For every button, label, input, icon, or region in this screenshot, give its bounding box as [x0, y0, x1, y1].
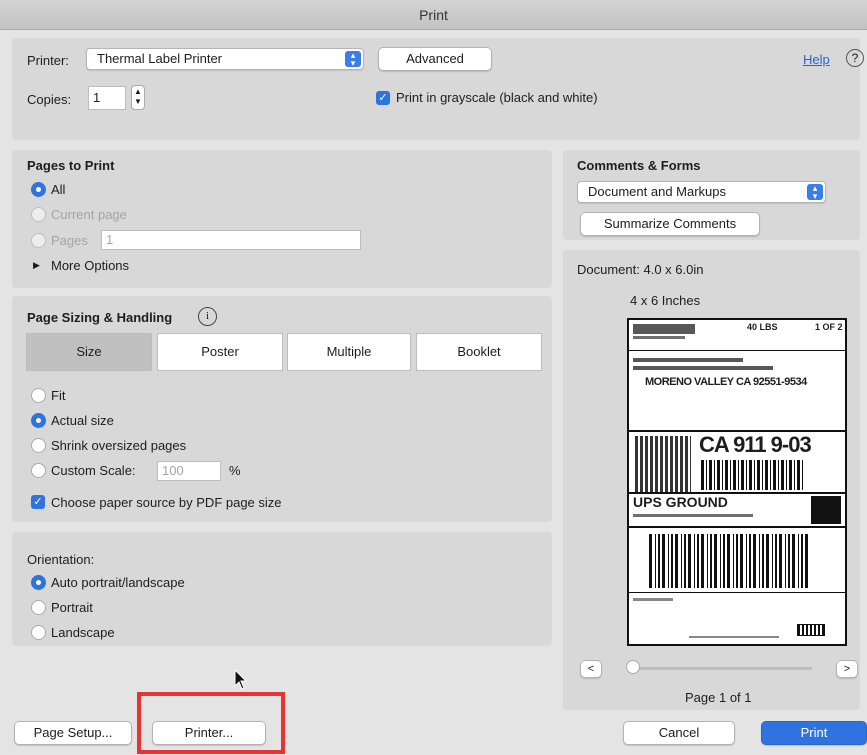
next-page-button[interactable]: > — [836, 660, 858, 678]
actual-size-radio[interactable] — [31, 413, 46, 428]
comments-select-value: Document and Markups — [588, 184, 727, 199]
disclosure-triangle-icon[interactable]: ▶ — [33, 260, 40, 271]
portrait-label: Portrait — [51, 600, 93, 615]
pages-range-label: Pages — [51, 233, 88, 248]
mouse-pointer-icon — [234, 669, 248, 690]
paper-source-label: Choose paper source by PDF page size — [51, 495, 282, 510]
pages-range-radio[interactable] — [31, 233, 46, 248]
label-header-divider — [629, 350, 845, 351]
printer-select[interactable]: Thermal Label Printer ▴ ▾ — [86, 48, 364, 70]
pages-all-radio[interactable] — [31, 182, 46, 197]
page-setup-button[interactable]: Page Setup... — [14, 721, 132, 745]
percent-label: % — [229, 463, 241, 478]
more-options-toggle[interactable]: More Options — [51, 258, 129, 273]
label-service-divider — [629, 526, 845, 528]
copies-label: Copies: — [27, 92, 72, 107]
sizing-panel — [12, 296, 552, 522]
label-footer-code — [689, 636, 779, 638]
label-weight: 40 LBS — [747, 322, 778, 332]
label-tracking-line — [633, 514, 753, 517]
comments-heading: Comments & Forms — [577, 158, 701, 173]
page-slider-track[interactable] — [632, 667, 812, 670]
label-footer-logo — [797, 624, 825, 636]
shipping-label-preview: 40 LBS 1 OF 2 MORENO VALLEY CA 92551-953… — [627, 318, 847, 646]
paper-size-label: 4 x 6 Inches — [630, 293, 701, 308]
print-button[interactable]: Print — [761, 721, 867, 745]
page-slider-thumb[interactable] — [626, 660, 640, 674]
fit-label: Fit — [51, 388, 66, 403]
label-ship-from-block — [633, 324, 695, 334]
pages-current-label: Current page — [51, 207, 127, 222]
tab-multiple[interactable]: Multiple — [287, 333, 411, 371]
help-icon[interactable]: ? — [846, 49, 864, 67]
document-size-label: Document: 4.0 x 6.0in — [577, 262, 704, 277]
updown-arrows-icon: ▴ ▾ — [345, 51, 361, 68]
pages-current-radio[interactable] — [31, 207, 46, 222]
custom-scale-input[interactable]: 100 — [157, 461, 221, 481]
label-service-box — [811, 496, 841, 524]
page-indicator: Page 1 of 1 — [685, 690, 752, 705]
printer-label: Printer: — [27, 53, 69, 68]
tab-size[interactable]: Size — [26, 333, 152, 371]
fit-radio[interactable] — [31, 388, 46, 403]
landscape-radio[interactable] — [31, 625, 46, 640]
pages-range-input[interactable]: 1 — [101, 230, 361, 250]
custom-scale-label: Custom Scale: — [51, 463, 136, 478]
copies-stepper-icon[interactable]: ▲ ▼ — [131, 85, 145, 110]
sizing-heading: Page Sizing & Handling — [27, 310, 173, 325]
label-routing-barcode — [701, 460, 805, 490]
portrait-radio[interactable] — [31, 600, 46, 615]
auto-orientation-label: Auto portrait/landscape — [51, 575, 185, 590]
cancel-button[interactable]: Cancel — [623, 721, 735, 745]
actual-size-label: Actual size — [51, 413, 114, 428]
label-city: MORENO VALLEY CA 92551-9534 — [645, 376, 807, 388]
updown-arrows-icon: ▴ ▾ — [807, 184, 823, 201]
auto-orientation-radio[interactable] — [31, 575, 46, 590]
label-footer-line — [633, 598, 673, 601]
landscape-label: Landscape — [51, 625, 115, 640]
window-title: Print — [0, 0, 867, 30]
tab-booklet[interactable]: Booklet — [416, 333, 542, 371]
label-page-count: 1 OF 2 — [815, 322, 843, 332]
label-qr-code — [635, 436, 691, 492]
label-ship-to-street — [633, 366, 773, 370]
label-barcode-divider — [629, 592, 845, 593]
grayscale-label: Print in grayscale (black and white) — [396, 90, 598, 105]
pages-all-label: All — [51, 182, 66, 197]
label-service: UPS GROUND — [633, 494, 728, 510]
shrink-radio[interactable] — [31, 438, 46, 453]
orientation-heading: Orientation: — [27, 552, 95, 567]
label-ship-to-name — [633, 358, 743, 362]
advanced-button[interactable]: Advanced — [378, 47, 492, 71]
shrink-label: Shrink oversized pages — [51, 438, 187, 453]
paper-source-checkbox[interactable]: ✓ — [31, 495, 45, 509]
pages-heading: Pages to Print — [27, 158, 115, 173]
copies-input[interactable]: 1 — [88, 86, 126, 110]
highlight-box — [137, 692, 285, 754]
custom-scale-radio[interactable] — [31, 463, 46, 478]
grayscale-checkbox[interactable]: ✓ — [376, 91, 390, 105]
printer-select-value: Thermal Label Printer — [97, 51, 222, 66]
label-routing-code: CA 911 9-03 — [699, 432, 812, 457]
info-icon[interactable]: i — [198, 307, 217, 326]
label-tracking-barcode — [649, 534, 809, 588]
prev-page-button[interactable]: < — [580, 660, 602, 678]
label-ship-from-line — [633, 336, 685, 339]
summarize-comments-button[interactable]: Summarize Comments — [580, 212, 760, 236]
tab-poster[interactable]: Poster — [157, 333, 283, 371]
help-link[interactable]: Help — [803, 52, 830, 67]
comments-select[interactable]: Document and Markups ▴ ▾ — [577, 181, 826, 203]
